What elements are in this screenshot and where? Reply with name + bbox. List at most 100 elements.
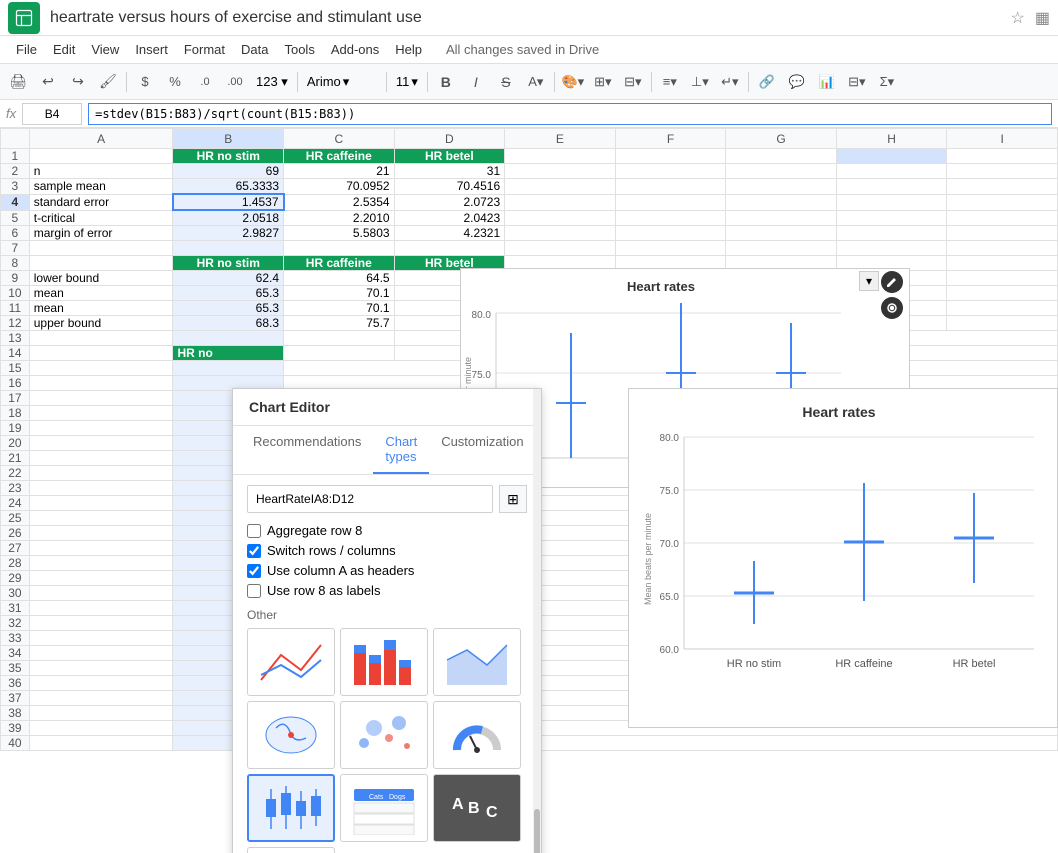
menu-edit[interactable]: Edit: [45, 36, 83, 64]
cell-D7[interactable]: [394, 241, 505, 256]
cell-empty[interactable]: [29, 616, 173, 631]
cell-empty[interactable]: [29, 421, 173, 436]
cell-A9[interactable]: lower bound: [29, 271, 173, 286]
cell-empty[interactable]: [29, 436, 173, 451]
cell-empty[interactable]: [29, 571, 173, 586]
col-H[interactable]: H: [836, 129, 947, 149]
redo-btn[interactable]: ↪: [64, 68, 92, 96]
cell-D4[interactable]: 2.0723: [394, 194, 505, 210]
cell-A6[interactable]: margin of error: [29, 226, 173, 241]
cell-E2[interactable]: [505, 164, 616, 179]
font-color-btn[interactable]: A▾: [522, 68, 550, 96]
cell-A10[interactable]: mean: [29, 286, 173, 301]
cell-H5[interactable]: [836, 210, 947, 226]
chart-view-btn[interactable]: [881, 297, 903, 319]
cell-F4[interactable]: [615, 194, 726, 210]
chart-editor-scrollbar-thumb[interactable]: [534, 809, 540, 853]
cell-E7[interactable]: [505, 241, 616, 256]
cell-I9[interactable]: [947, 271, 1058, 286]
cell-I10[interactable]: [947, 286, 1058, 301]
tab-chart-types[interactable]: Chart types: [373, 426, 429, 474]
cell-empty[interactable]: [29, 346, 173, 361]
col-E[interactable]: E: [505, 129, 616, 149]
cell-E5[interactable]: [505, 210, 616, 226]
menu-addons[interactable]: Add-ons: [323, 36, 387, 64]
cell-C10[interactable]: 70.1: [284, 286, 395, 301]
cell-empty[interactable]: [29, 331, 173, 346]
cell-A2[interactable]: n: [29, 164, 173, 179]
cell-A1[interactable]: [29, 149, 173, 164]
cell-A11[interactable]: mean: [29, 301, 173, 316]
menu-file[interactable]: File: [8, 36, 45, 64]
cell-H3[interactable]: [836, 179, 947, 195]
chart-type-scatter[interactable]: [340, 701, 428, 769]
cell-empty[interactable]: [29, 376, 173, 391]
cell-B10[interactable]: 65.3: [173, 286, 284, 301]
font-size-dropdown[interactable]: 11 ▾: [391, 68, 423, 96]
cell-C12[interactable]: 75.7: [284, 316, 395, 331]
menu-format[interactable]: Format: [176, 36, 233, 64]
cell-A3[interactable]: sample mean: [29, 179, 173, 195]
formula-display[interactable]: =stdev(B15:B83)/sqrt(count(B15:B83)): [88, 103, 1052, 125]
textwrap-btn[interactable]: ↵▾: [716, 68, 744, 96]
cell-G6[interactable]: [726, 226, 837, 241]
cell-B9[interactable]: 62.4: [173, 271, 284, 286]
chart-type-abc[interactable]: A B C: [433, 774, 521, 842]
cell-B5[interactable]: 2.0518: [173, 210, 284, 226]
cell-I7[interactable]: [947, 241, 1058, 256]
cell-I11[interactable]: [947, 301, 1058, 316]
cell-B6[interactable]: 2.9827: [173, 226, 284, 241]
cell-empty[interactable]: [29, 691, 173, 706]
cell-empty[interactable]: [29, 526, 173, 541]
valign-btn[interactable]: ⊥▾: [686, 68, 714, 96]
cell-G3[interactable]: [726, 179, 837, 195]
cell-empty[interactable]: [29, 586, 173, 601]
cell-G4[interactable]: [726, 194, 837, 210]
menu-insert[interactable]: Insert: [127, 36, 176, 64]
cell-B2[interactable]: 69: [173, 164, 284, 179]
cell-empty[interactable]: [173, 331, 284, 346]
cell-E3[interactable]: [505, 179, 616, 195]
cell-empty[interactable]: [29, 496, 173, 511]
cell-B8[interactable]: HR no stim: [173, 256, 284, 271]
currency-btn[interactable]: $: [131, 68, 159, 96]
cell-empty[interactable]: [29, 661, 173, 676]
cell-empty[interactable]: [29, 721, 173, 736]
font-dropdown[interactable]: Arimo ▾: [302, 68, 382, 96]
cell-empty[interactable]: [29, 481, 173, 496]
cell-empty[interactable]: [284, 331, 395, 346]
cell-B12[interactable]: 68.3: [173, 316, 284, 331]
cell-B3[interactable]: 65.3333: [173, 179, 284, 195]
cell-empty[interactable]: [29, 556, 173, 571]
cell-I12[interactable]: [947, 316, 1058, 331]
align-btn[interactable]: ≡▾: [656, 68, 684, 96]
cell-I2[interactable]: [947, 164, 1058, 179]
cell-H1[interactable]: [836, 149, 947, 164]
filter-btn[interactable]: ⊟▾: [843, 68, 871, 96]
cell-A5[interactable]: t-critical: [29, 210, 173, 226]
cell-C9[interactable]: 64.5: [284, 271, 395, 286]
chart-editor-scrollbar[interactable]: [533, 389, 541, 853]
col-A[interactable]: A: [29, 129, 173, 149]
cell-C5[interactable]: 2.2010: [284, 210, 395, 226]
data-range-input[interactable]: [247, 485, 493, 513]
chart-type-table[interactable]: Cats Dogs: [340, 774, 428, 842]
chart-dropdown-btn[interactable]: ▾: [859, 271, 879, 291]
cell-empty[interactable]: [29, 511, 173, 526]
cell-F7[interactable]: [615, 241, 726, 256]
print-btn[interactable]: 🖨: [4, 68, 32, 96]
cell-empty[interactable]: [29, 391, 173, 406]
cell-E4[interactable]: [505, 194, 616, 210]
cell-empty[interactable]: [29, 601, 173, 616]
cell-D1[interactable]: HR betel: [394, 149, 505, 164]
link-btn[interactable]: 🔗: [753, 68, 781, 96]
cell-A8[interactable]: [29, 256, 173, 271]
decimal-increase-btn[interactable]: .00: [221, 68, 249, 96]
cell-I1[interactable]: [947, 149, 1058, 164]
chart-type-line[interactable]: [247, 628, 335, 696]
undo-btn[interactable]: ↩: [34, 68, 62, 96]
cell-empty[interactable]: [29, 361, 173, 376]
cell-ref-input[interactable]: [22, 103, 82, 125]
chart-type-bar[interactable]: [340, 628, 428, 696]
cell-empty[interactable]: [29, 451, 173, 466]
